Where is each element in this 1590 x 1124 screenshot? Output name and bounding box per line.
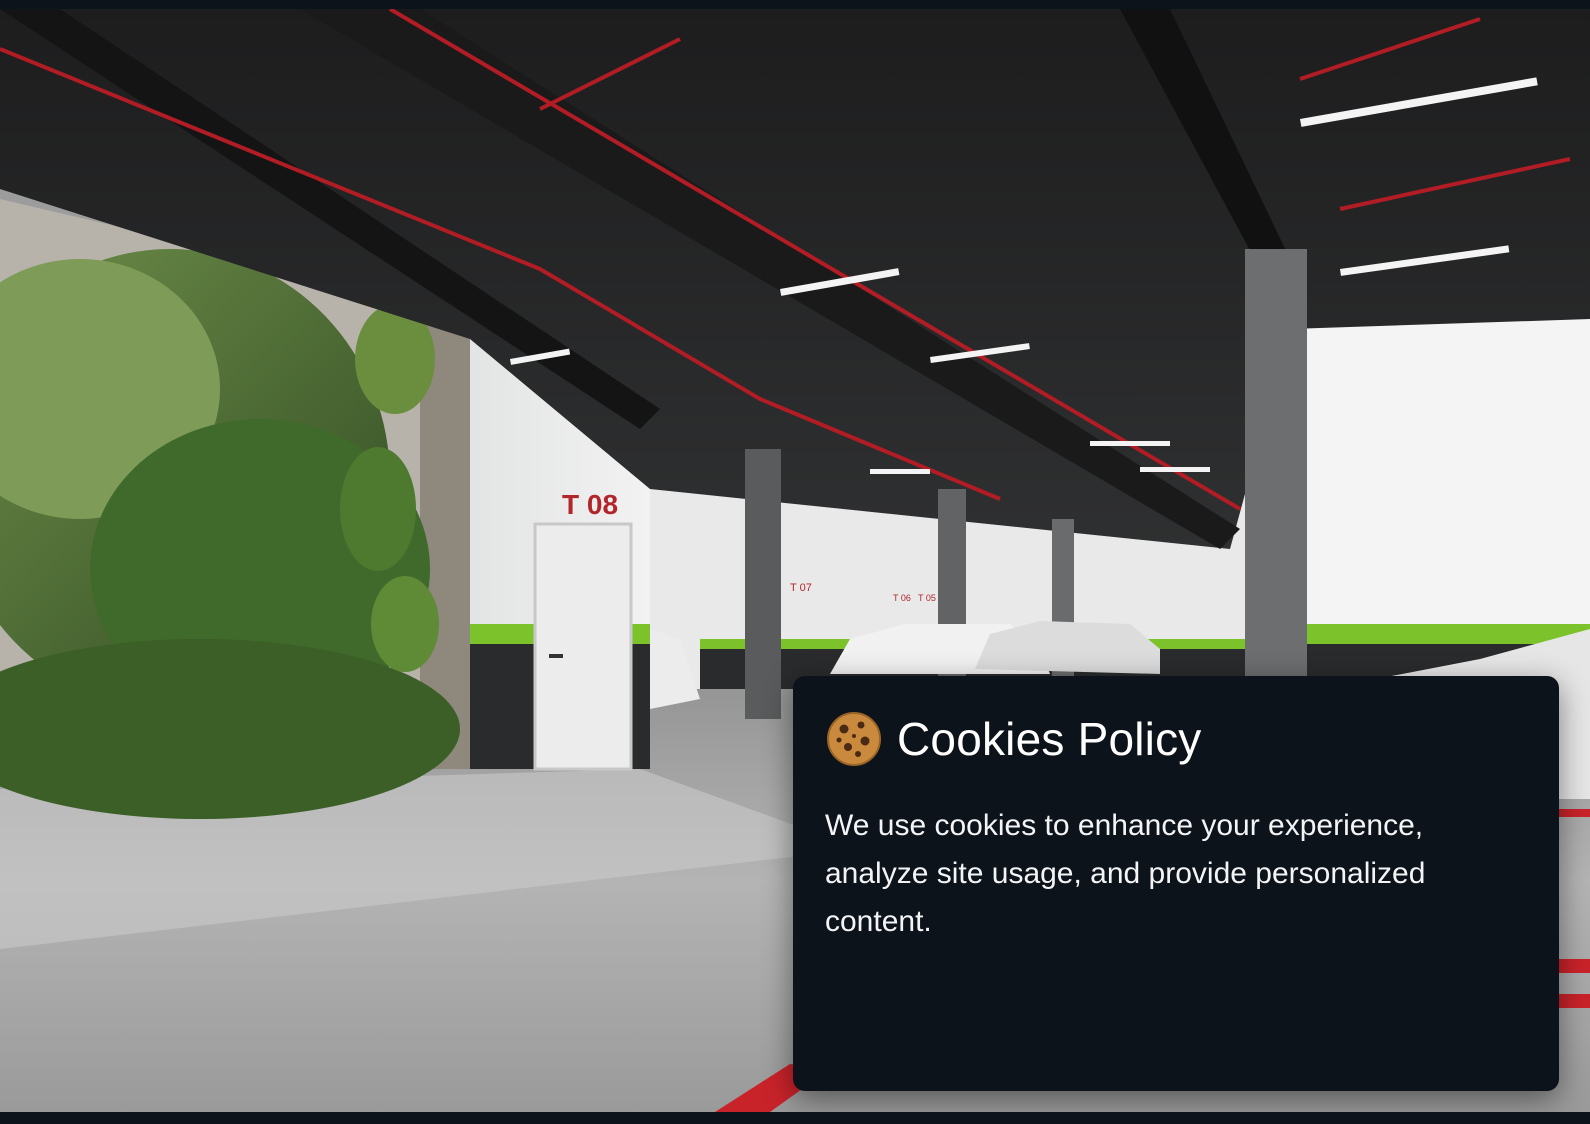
bottom-bar (0, 1112, 1590, 1124)
small-sign-2: T 06 (893, 593, 911, 603)
top-bar (0, 0, 1590, 9)
door-sign: T 08 (562, 489, 618, 520)
cookie-icon (825, 710, 883, 768)
small-sign-3: T 05 (918, 593, 936, 603)
small-sign-1: T 07 (790, 582, 812, 594)
cookie-consent-banner: Cookies Policy We use cookies to enhance… (793, 676, 1559, 1091)
cookie-banner-title: Cookies Policy (897, 713, 1202, 765)
cookie-banner-description: We use cookies to enhance your experienc… (825, 809, 1426, 938)
cookie-banner-header: Cookies Policy (825, 710, 1527, 768)
